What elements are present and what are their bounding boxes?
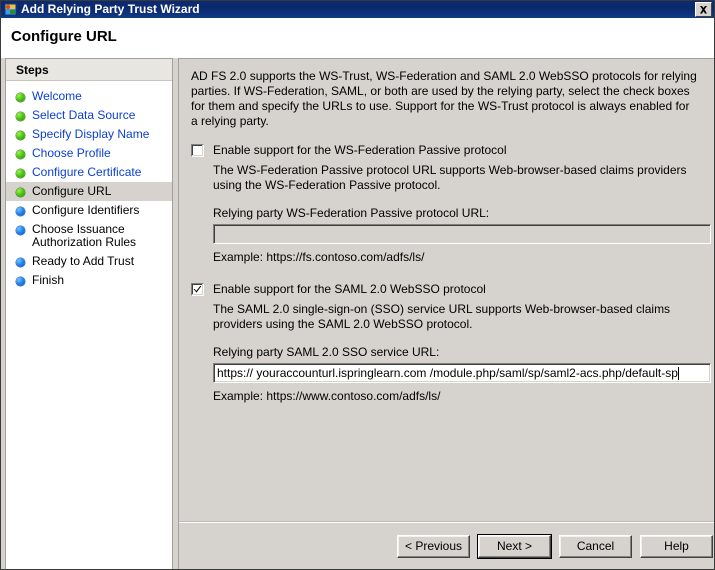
steps-list: Welcome Select Data Source Specify Displ…: [6, 81, 172, 290]
step-bullet-todo-icon: [16, 226, 25, 235]
step-bullet-todo-icon: [16, 258, 25, 267]
saml-group: The SAML 2.0 single-sign-on (SSO) servic…: [213, 302, 711, 403]
sidebar-item-configure-certificate[interactable]: Configure Certificate: [6, 163, 172, 182]
step-bullet-done-icon: [16, 150, 25, 159]
sidebar-item-configure-identifiers[interactable]: Configure Identifiers: [6, 201, 172, 220]
wsfed-url-label: Relying party WS-Federation Passive prot…: [213, 206, 490, 220]
sidebar-item-ready-to-add-trust[interactable]: Ready to Add Trust: [6, 252, 172, 271]
cancel-button[interactable]: Cancel: [559, 534, 632, 558]
footer-buttons: < Previous Next > Cancel Help: [179, 523, 714, 569]
step-bullet-todo-icon: [16, 277, 25, 286]
help-button[interactable]: Help: [640, 534, 713, 558]
intro-paragraph: AD FS 2.0 supports the WS-Trust, WS-Fede…: [191, 69, 697, 128]
saml-description: The SAML 2.0 single-sign-on (SSO) servic…: [213, 302, 671, 331]
wsfed-group: The WS-Federation Passive protocol URL s…: [213, 163, 711, 264]
main-content: AD FS 2.0 supports the WS-Trust, WS-Fede…: [179, 59, 714, 521]
sidebar-item-label: Select Data Source: [32, 108, 136, 122]
wizard-certificate-icon: [4, 3, 17, 16]
next-button[interactable]: Next >: [477, 533, 552, 559]
saml-url-example: Example: https://www.contoso.com/adfs/ls…: [213, 389, 441, 403]
saml-enable-checkbox[interactable]: [191, 283, 204, 296]
sidebar-item-select-data-source[interactable]: Select Data Source: [6, 106, 172, 125]
previous-button[interactable]: < Previous: [397, 534, 470, 558]
wsfed-url-example: Example: https://fs.contoso.com/adfs/ls/: [213, 250, 425, 264]
step-bullet-done-icon: [16, 112, 25, 121]
sidebar-item-label: Welcome: [32, 89, 82, 103]
sidebar-item-choose-profile[interactable]: Choose Profile: [6, 144, 172, 163]
sidebar-item-label: Choose Profile: [32, 146, 111, 160]
text-caret: [677, 366, 679, 380]
saml-enable-checkbox-label: Enable support for the SAML 2.0 WebSSO p…: [213, 282, 486, 296]
saml-enable-checkbox-row[interactable]: Enable support for the SAML 2.0 WebSSO p…: [191, 282, 711, 296]
main-panel: AD FS 2.0 supports the WS-Trust, WS-Fede…: [178, 58, 714, 569]
sidebar-item-label: Specify Display Name: [32, 127, 150, 141]
step-bullet-done-icon: [16, 93, 25, 102]
wsfed-enable-checkbox-row[interactable]: Enable support for the WS-Federation Pas…: [191, 143, 711, 157]
wsfed-enable-checkbox-label: Enable support for the WS-Federation Pas…: [213, 143, 507, 157]
page-header: Configure URL: [1, 18, 714, 58]
step-bullet-current-icon: [16, 188, 25, 197]
wsfed-url-input[interactable]: [213, 224, 711, 244]
steps-sidebar: Steps Welcome Select Data Source Specify…: [5, 58, 173, 569]
step-bullet-done-icon: [16, 169, 25, 178]
sidebar-item-specify-display-name[interactable]: Specify Display Name: [6, 125, 172, 144]
sidebar-item-label: Configure Identifiers: [32, 203, 140, 217]
page-title: Configure URL: [11, 28, 117, 45]
wizard-body: Steps Welcome Select Data Source Specify…: [1, 58, 714, 569]
sidebar-item-label: Ready to Add Trust: [32, 254, 135, 268]
wsfed-description: The WS-Federation Passive protocol URL s…: [213, 163, 687, 192]
sidebar-item-finish[interactable]: Finish: [6, 271, 172, 290]
steps-header-label: Steps: [16, 62, 49, 77]
sidebar-item-welcome[interactable]: Welcome: [6, 87, 172, 106]
saml-url-input[interactable]: https:// youraccounturl.ispringlearn.com…: [213, 363, 711, 383]
sidebar-item-choose-issuance-authorization-rules[interactable]: Choose Issuance Authorization Rules: [6, 220, 172, 252]
sidebar-item-configure-url[interactable]: Configure URL: [6, 182, 172, 201]
close-icon[interactable]: [695, 2, 712, 17]
wizard-window: Add Relying Party Trust Wizard Configure…: [0, 0, 715, 570]
window-title: Add Relying Party Trust Wizard: [21, 2, 200, 16]
sidebar-item-label: Finish: [32, 273, 65, 287]
sidebar-item-label: Configure URL: [32, 184, 112, 198]
sidebar-item-label: Choose Issuance Authorization Rules: [32, 222, 137, 249]
title-bar: Add Relying Party Trust Wizard: [1, 1, 714, 18]
step-bullet-todo-icon: [16, 207, 25, 216]
wsfed-enable-checkbox[interactable]: [191, 144, 204, 157]
saml-url-label: Relying party SAML 2.0 SSO service URL:: [213, 345, 440, 359]
steps-header: Steps: [6, 59, 172, 81]
step-bullet-done-icon: [16, 131, 25, 140]
saml-url-value: https:// youraccounturl.ispringlearn.com…: [217, 366, 678, 380]
sidebar-item-label: Configure Certificate: [32, 165, 142, 179]
